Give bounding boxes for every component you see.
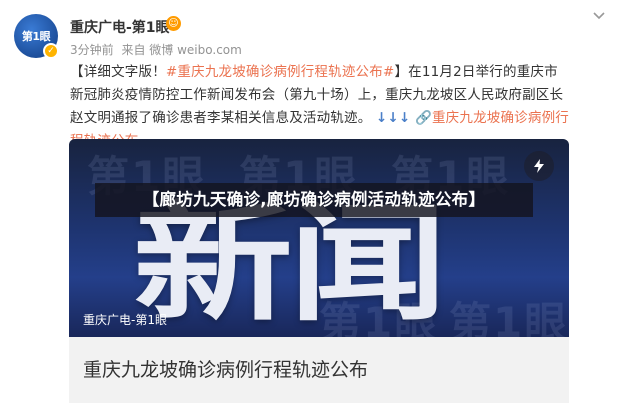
card-footer[interactable]: 重庆九龙坡确诊病例行程轨迹公布: [69, 337, 569, 403]
bg-logo-watermark: 第1眼: [449, 298, 569, 337]
arrows-text: ↓↓↓: [375, 110, 411, 126]
author-name[interactable]: 重庆广电-第1眼: [70, 17, 170, 37]
smile-icon[interactable]: ☺: [166, 16, 181, 31]
post-source: 来自 微博 weibo.com: [121, 43, 242, 57]
verified-badge-icon: ✓: [43, 43, 59, 59]
avatar-logo-text: 第1眼: [21, 30, 51, 43]
hashtag-link[interactable]: #重庆九龙坡确诊病例行程轨迹公布#: [166, 64, 395, 80]
link-icon[interactable]: 🔗: [415, 110, 432, 126]
post-meta: 3分钟前 来自 微博 weibo.com: [70, 41, 246, 58]
weibo-post: 第1眼 ✓ 重庆广电-第1眼 ☺ 3分钟前 来自 微博 weibo.com 【详…: [0, 0, 624, 403]
card-title: 重庆九龙坡确诊病例行程轨迹公布: [83, 359, 369, 381]
news-graphic-text: 新闻: [133, 190, 448, 337]
article-card[interactable]: 第1眼 第1眼 第1眼 第1眼 第1眼 新闻 【廊坊九天确诊,廊坊确诊病例活动轨…: [69, 139, 569, 403]
card-source-label: 重庆广电-第1眼: [83, 313, 167, 327]
post-time[interactable]: 3分钟前: [70, 43, 114, 57]
card-headline: 【廊坊九天确诊,廊坊确诊病例活动轨迹公布】: [142, 190, 486, 209]
lightning-icon[interactable]: [524, 151, 554, 181]
card-cover-image[interactable]: 第1眼 第1眼 第1眼 第1眼 第1眼 新闻 【廊坊九天确诊,廊坊确诊病例活动轨…: [69, 139, 569, 337]
post-text-prefix: 【详细文字版！: [70, 64, 166, 80]
chevron-down-icon[interactable]: [592, 8, 606, 22]
